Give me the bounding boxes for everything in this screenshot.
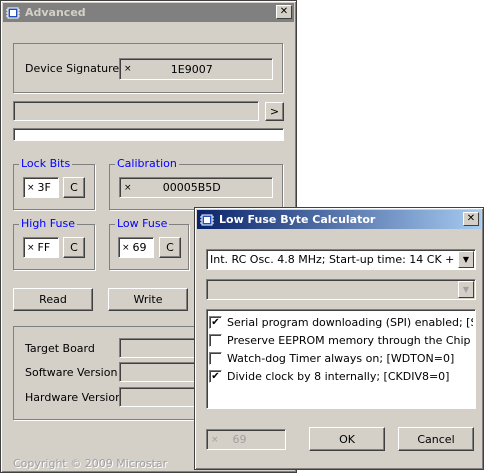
expand-button[interactable]: > — [265, 102, 284, 121]
calibration-value: 00005B5D — [162, 181, 221, 194]
calculator-titlebar[interactable]: Low Fuse Byte Calculator — [197, 210, 481, 229]
chevron-down-icon[interactable]: ▼ — [458, 251, 474, 268]
checkbox-checked[interactable]: ✔ — [209, 369, 222, 383]
hardware-version-label: Hardware Version — [25, 391, 123, 404]
expand-button-label: > — [269, 105, 280, 118]
lock-bits-c-label: C — [70, 181, 78, 194]
field-marker: × — [124, 64, 132, 74]
chip-icon — [200, 214, 214, 225]
fuse-option-0[interactable]: ✔ Serial program downloading (SPI) enabl… — [209, 313, 473, 331]
field-marker: × — [124, 182, 132, 193]
calibration-field: × 00005B5D — [119, 177, 273, 198]
device-signature-label: Device Signature — [25, 62, 120, 75]
device-signature-field: × 1E9007 — [119, 58, 273, 80]
low-fuse-legend: Low Fuse — [115, 217, 170, 230]
low-fuse-c-button[interactable]: C — [159, 237, 181, 258]
cancel-button[interactable]: Cancel — [398, 427, 474, 451]
write-button-label: Write — [133, 293, 163, 306]
write-button[interactable]: Write — [108, 288, 188, 311]
advanced-close-button[interactable]: ✕ — [276, 5, 292, 19]
fuse-value-field: × 69 — [206, 429, 286, 450]
calibration-legend: Calibration — [115, 157, 179, 170]
low-fuse-value: 69 — [132, 241, 147, 254]
fuse-options-list[interactable]: ✔ Serial program downloading (SPI) enabl… — [206, 309, 476, 409]
field-marker: × — [27, 242, 35, 253]
low-fuse-input[interactable]: × 69 — [118, 237, 154, 258]
fuse-value: 69 — [232, 433, 247, 446]
fuse-option-1[interactable]: Preserve EEPROM memory through the Chip … — [209, 331, 473, 349]
high-fuse-value: FF — [37, 241, 51, 254]
ok-button-label: OK — [339, 432, 355, 446]
calculator-close-button[interactable]: ✕ — [463, 212, 479, 226]
device-signature-value: 1E9007 — [170, 62, 213, 76]
fuse-option-2[interactable]: Watch-dog Timer always on; [WDTON=0] — [209, 349, 473, 367]
checkbox-unchecked[interactable] — [209, 351, 222, 365]
checkbox-unchecked[interactable] — [209, 333, 222, 347]
copyright-text: Copyright © 2009 Microstar — [13, 457, 168, 470]
read-button-label: Read — [39, 293, 67, 306]
fuse-option-label: Watch-dog Timer always on; [WDTON=0] — [227, 351, 455, 365]
ok-button[interactable]: OK — [309, 427, 385, 451]
target-board-label: Target Board — [25, 342, 95, 355]
advanced-titlebar[interactable]: Advanced — [3, 3, 294, 22]
checkbox-checked[interactable]: ✔ — [209, 315, 222, 329]
progress-bar — [13, 128, 284, 141]
software-version-label: Software Version — [25, 366, 118, 379]
clock-select[interactable]: Int. RC Osc. 4.8 MHz; Start-up time: 14 … — [206, 249, 476, 270]
lock-bits-input[interactable]: × 3F — [23, 177, 59, 198]
fuse-option-label: Serial program downloading (SPI) enabled… — [227, 315, 473, 329]
advanced-title: Advanced — [25, 6, 86, 19]
low-fuse-c-label: C — [166, 241, 174, 254]
status-bar-top — [13, 101, 259, 121]
clock-select-value: Int. RC Osc. 4.8 MHz; Start-up time: 14 … — [210, 253, 455, 266]
fuse-option-3[interactable]: ✔ Divide clock by 8 internally; [CKDIV8=… — [209, 367, 473, 385]
chip-icon — [6, 7, 20, 18]
lock-bits-value: 3F — [37, 181, 51, 194]
cancel-button-label: Cancel — [417, 432, 455, 446]
secondary-select: ▼ — [206, 279, 476, 300]
high-fuse-c-button[interactable]: C — [63, 237, 85, 258]
field-marker: × — [27, 182, 35, 193]
high-fuse-legend: High Fuse — [19, 217, 77, 230]
calculator-window: Low Fuse Byte Calculator ✕ Int. RC Osc. … — [194, 207, 484, 470]
close-icon: ✕ — [466, 213, 476, 224]
fuse-option-label: Preserve EEPROM memory through the Chip … — [227, 333, 473, 347]
read-button[interactable]: Read — [13, 288, 93, 311]
lock-bits-c-button[interactable]: C — [63, 177, 85, 198]
high-fuse-input[interactable]: × FF — [23, 237, 59, 258]
calculator-title: Low Fuse Byte Calculator — [219, 213, 376, 226]
field-marker: × — [122, 242, 130, 253]
high-fuse-c-label: C — [70, 241, 78, 254]
field-marker: × — [211, 434, 219, 445]
lock-bits-legend: Lock Bits — [19, 157, 73, 170]
chevron-down-icon: ▼ — [458, 281, 474, 298]
close-icon: ✕ — [279, 6, 289, 17]
fuse-option-label: Divide clock by 8 internally; [CKDIV8=0] — [227, 369, 450, 383]
